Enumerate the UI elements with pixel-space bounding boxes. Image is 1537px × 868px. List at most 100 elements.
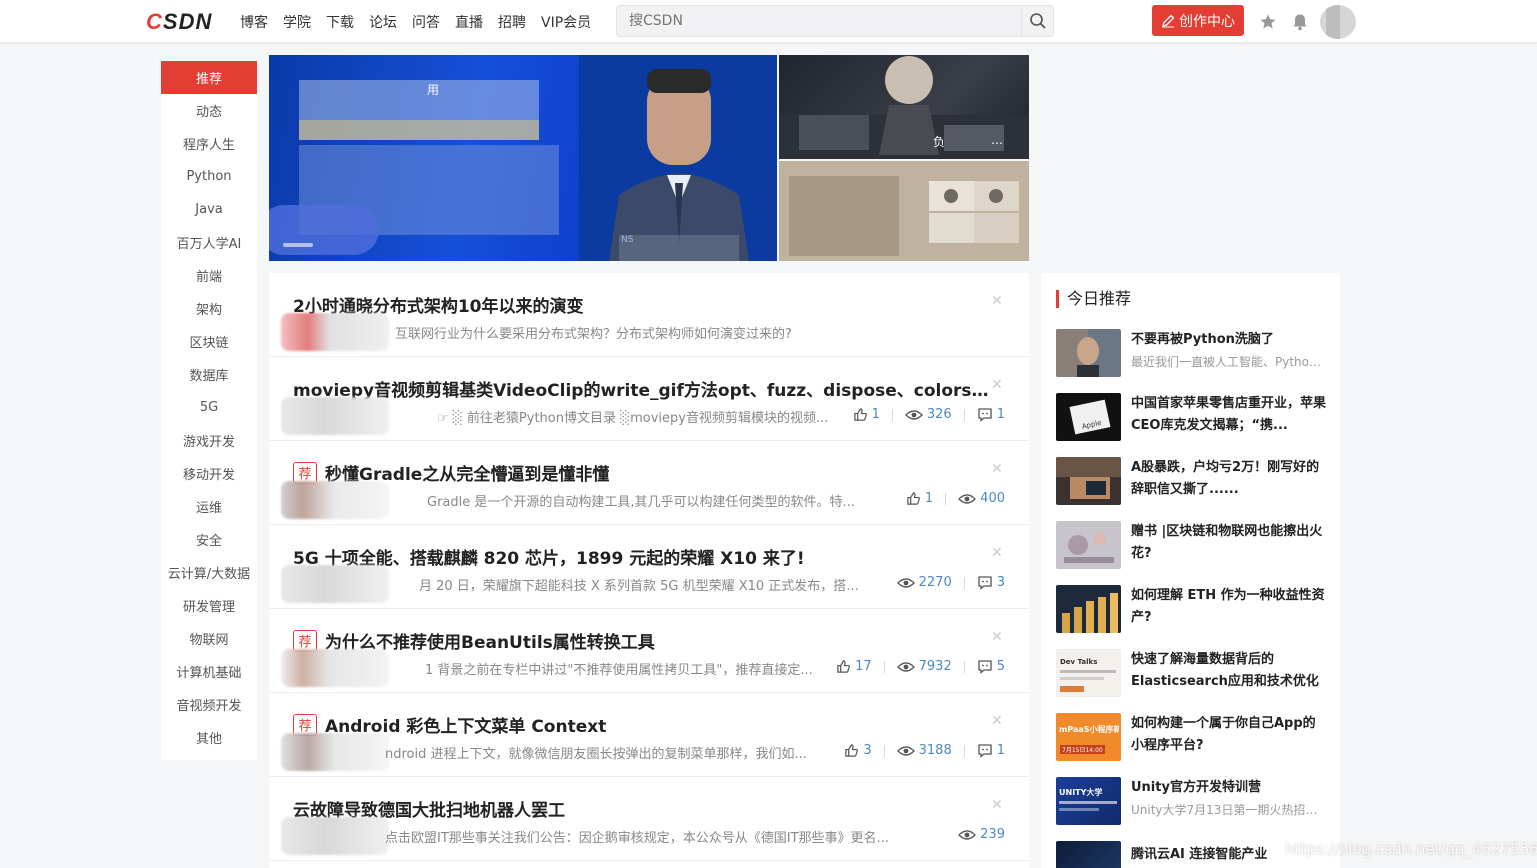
sidebar-item-cs-basics[interactable]: 计算机基础: [161, 655, 257, 688]
feed-item[interactable]: 荐秒懂Gradle之从完全懵逼到是懂非懂 ✕ Gradle 是一个开源的自动构建…: [269, 441, 1029, 525]
sidebar-item-blockchain[interactable]: 区块链: [161, 325, 257, 358]
feed-item-title[interactable]: 荐 Android 彩色上下文菜单 Context: [293, 712, 993, 737]
sidebar-item-database[interactable]: 数据库: [161, 358, 257, 391]
sidebar-item-frontend[interactable]: 前端: [161, 259, 257, 292]
comment-icon: [978, 576, 992, 590]
view-count: 2270: [918, 575, 952, 590]
sidebar-item-iot[interactable]: 物联网: [161, 622, 257, 655]
recommend-subtitle: 最近我们一直被人工智能、Python...: [1131, 355, 1327, 369]
feed-item[interactable]: 2小时通晓分布式架构10年以来的演变 ✕ 互联网行业为什么要采用分布式架构？分布…: [269, 273, 1029, 357]
comment-stat[interactable]: 1: [977, 743, 1005, 758]
sidebar-item-av-dev[interactable]: 音视频开发: [161, 688, 257, 721]
author-avatar-blurred: [281, 565, 389, 603]
close-icon[interactable]: ✕: [991, 294, 1003, 308]
favorites-button[interactable]: [1258, 12, 1278, 32]
sidebar-item-recommend[interactable]: 推荐: [161, 61, 257, 94]
sidebar-item-java[interactable]: Java: [161, 193, 257, 226]
feed-item-title[interactable]: 5G 十项全能、搭载麒麟 820 芯片，1899 元起的荣耀 X10 来了!: [293, 544, 993, 569]
banner-main-caption: 用: [427, 83, 440, 97]
close-icon[interactable]: ✕: [991, 798, 1003, 812]
view-stat: 239: [958, 827, 1005, 842]
nav-blog[interactable]: 博客: [240, 12, 268, 32]
banner-side-bottom-image: [779, 161, 1029, 261]
comment-stat[interactable]: 5: [977, 659, 1005, 674]
recommend-thumb: [1056, 521, 1121, 569]
like-count: 17: [855, 659, 872, 674]
close-icon[interactable]: ✕: [991, 714, 1003, 728]
sidebar-item-cloud-bigdata[interactable]: 云计算/大数据: [161, 556, 257, 589]
feed-item-title[interactable]: 荐秒懂Gradle之从完全懵逼到是懂非懂: [293, 460, 993, 485]
feed-item[interactable]: 云故障导致德国大批扫地机器人罢工 ✕ 点击欧盟IT那些事关注我们公告：因企鹅审核…: [269, 777, 1029, 861]
banner-carousel-main[interactable]: 用 NS: [269, 55, 777, 261]
nav-download[interactable]: 下载: [326, 12, 354, 32]
sidebar-item-mobile[interactable]: 移动开发: [161, 457, 257, 490]
sidebar-item-security[interactable]: 安全: [161, 523, 257, 556]
search-input[interactable]: [629, 6, 1009, 36]
csdn-logo[interactable]: CSDN: [146, 9, 212, 35]
recommend-item[interactable]: A股暴跌，户均亏2万！刚写好的辞职信又撕了......: [1056, 457, 1326, 507]
recommend-thumb: mPaaS小程序新品发布 7月15日14:00: [1056, 713, 1121, 761]
feed-item[interactable]: 5G 十项全能、搭载麒麟 820 芯片，1899 元起的荣耀 X10 来了! ✕…: [269, 525, 1029, 609]
close-icon[interactable]: ✕: [991, 378, 1003, 392]
apple-logo: Apple: [1069, 399, 1111, 435]
nav-live[interactable]: 直播: [455, 12, 483, 32]
like-stat[interactable]: 1: [906, 491, 933, 506]
author-avatar-blurred: [281, 313, 389, 351]
feed-item-title[interactable]: moviepy音视频剪辑基类VideoClip的write_gif方法opt、f…: [293, 376, 993, 401]
create-center-button[interactable]: 创作中心: [1152, 5, 1244, 36]
sidebar-item-feed[interactable]: 动态: [161, 94, 257, 127]
sidebar-item-rd-management[interactable]: 研发管理: [161, 589, 257, 622]
sidebar-item-python[interactable]: Python: [161, 160, 257, 193]
comment-count: 1: [996, 407, 1005, 422]
sidebar-item-5g[interactable]: 5G: [161, 391, 257, 424]
comment-count: 5: [996, 659, 1005, 674]
view-stat: 400: [958, 491, 1005, 506]
banner-side-bottom[interactable]: [779, 161, 1029, 261]
recommend-thumb: [1056, 329, 1121, 377]
close-icon[interactable]: ✕: [991, 462, 1003, 476]
sidebar-item-architecture[interactable]: 架构: [161, 292, 257, 325]
nav-forum[interactable]: 论坛: [369, 12, 397, 32]
feed-item[interactable]: 荐 Android 彩色上下文菜单 Context ✕ ndroid 进程上下文，…: [269, 693, 1029, 777]
close-icon[interactable]: ✕: [991, 630, 1003, 644]
recommend-thumb: Apple: [1056, 393, 1121, 441]
sidebar-item-other[interactable]: 其他: [161, 721, 257, 754]
recommend-item[interactable]: mPaaS小程序新品发布 7月15日14:00 如何构建一个属于你自己App的小…: [1056, 713, 1326, 763]
banner-side-top[interactable]: 负 …: [779, 55, 1029, 159]
eye-icon: [958, 493, 977, 504]
sidebar-item-gamedev[interactable]: 游戏开发: [161, 424, 257, 457]
recommend-item[interactable]: 赠书 |区块链和物联网也能擦出火花?: [1056, 521, 1326, 571]
close-icon[interactable]: ✕: [991, 546, 1003, 560]
comment-stat[interactable]: 1: [977, 407, 1005, 422]
feed-item-desc: Gradle 是一个开源的自动构建工具,其几乎可以构建任何类型的软件。特...: [427, 495, 855, 510]
sidebar-item-programmer-life[interactable]: 程序人生: [161, 127, 257, 160]
notifications-button[interactable]: [1290, 12, 1310, 32]
like-stat[interactable]: 3: [844, 743, 872, 758]
comment-stat[interactable]: 3: [977, 575, 1005, 590]
recommend-item[interactable]: UNITY大学 Unity官方开发特训营 Unity大学7月13日第一期火热招募…: [1056, 777, 1327, 827]
feed-item-title[interactable]: 2小时通晓分布式架构10年以来的演变: [293, 292, 993, 317]
feed-item-title[interactable]: 荐为什么不推荐使用BeanUtils属性转换工具: [293, 628, 993, 653]
author-avatar-blurred: [281, 649, 389, 687]
nav-jobs[interactable]: 招聘: [498, 12, 526, 32]
feed-item[interactable]: 荐为什么不推荐使用BeanUtils属性转换工具 ✕ 1 背景之前在专栏中讲过"…: [269, 609, 1029, 693]
banner-dot-indicator[interactable]: [283, 243, 313, 247]
recommend-item[interactable]: 不要再被Python洗脑了 最近我们一直被人工智能、Python...: [1056, 329, 1327, 379]
search-button[interactable]: [1021, 6, 1053, 36]
like-stat[interactable]: 1: [853, 407, 880, 422]
recommend-item[interactable]: 如何理解 ETH 作为一种收益性资产?: [1056, 585, 1326, 635]
thumbs-up-icon: [837, 660, 850, 673]
recommend-item[interactable]: Apple 中国首家苹果零售店重开业，苹果CEO库克发文揭幕；“携...: [1056, 393, 1326, 443]
nav-academy[interactable]: 学院: [283, 12, 311, 32]
sidebar-item-ai[interactable]: 百万人学AI: [161, 226, 257, 259]
feed-item-title[interactable]: 云故障导致德国大批扫地机器人罢工: [293, 796, 993, 821]
sidebar-item-ops[interactable]: 运维: [161, 490, 257, 523]
recommend-item[interactable]: Dev Talks 快速了解海量数据背后的Elasticsearch应用和技术优…: [1056, 649, 1326, 699]
thumbs-up-icon: [907, 492, 920, 505]
today-recommend-heading: 今日推荐: [1056, 290, 1131, 308]
nav-qa[interactable]: 问答: [412, 12, 440, 32]
like-stat[interactable]: 17: [836, 659, 872, 674]
user-avatar[interactable]: [1320, 5, 1356, 39]
feed-item[interactable]: moviepy音视频剪辑基类VideoClip的write_gif方法opt、f…: [269, 357, 1029, 441]
nav-vip[interactable]: VIP会员: [541, 12, 591, 32]
